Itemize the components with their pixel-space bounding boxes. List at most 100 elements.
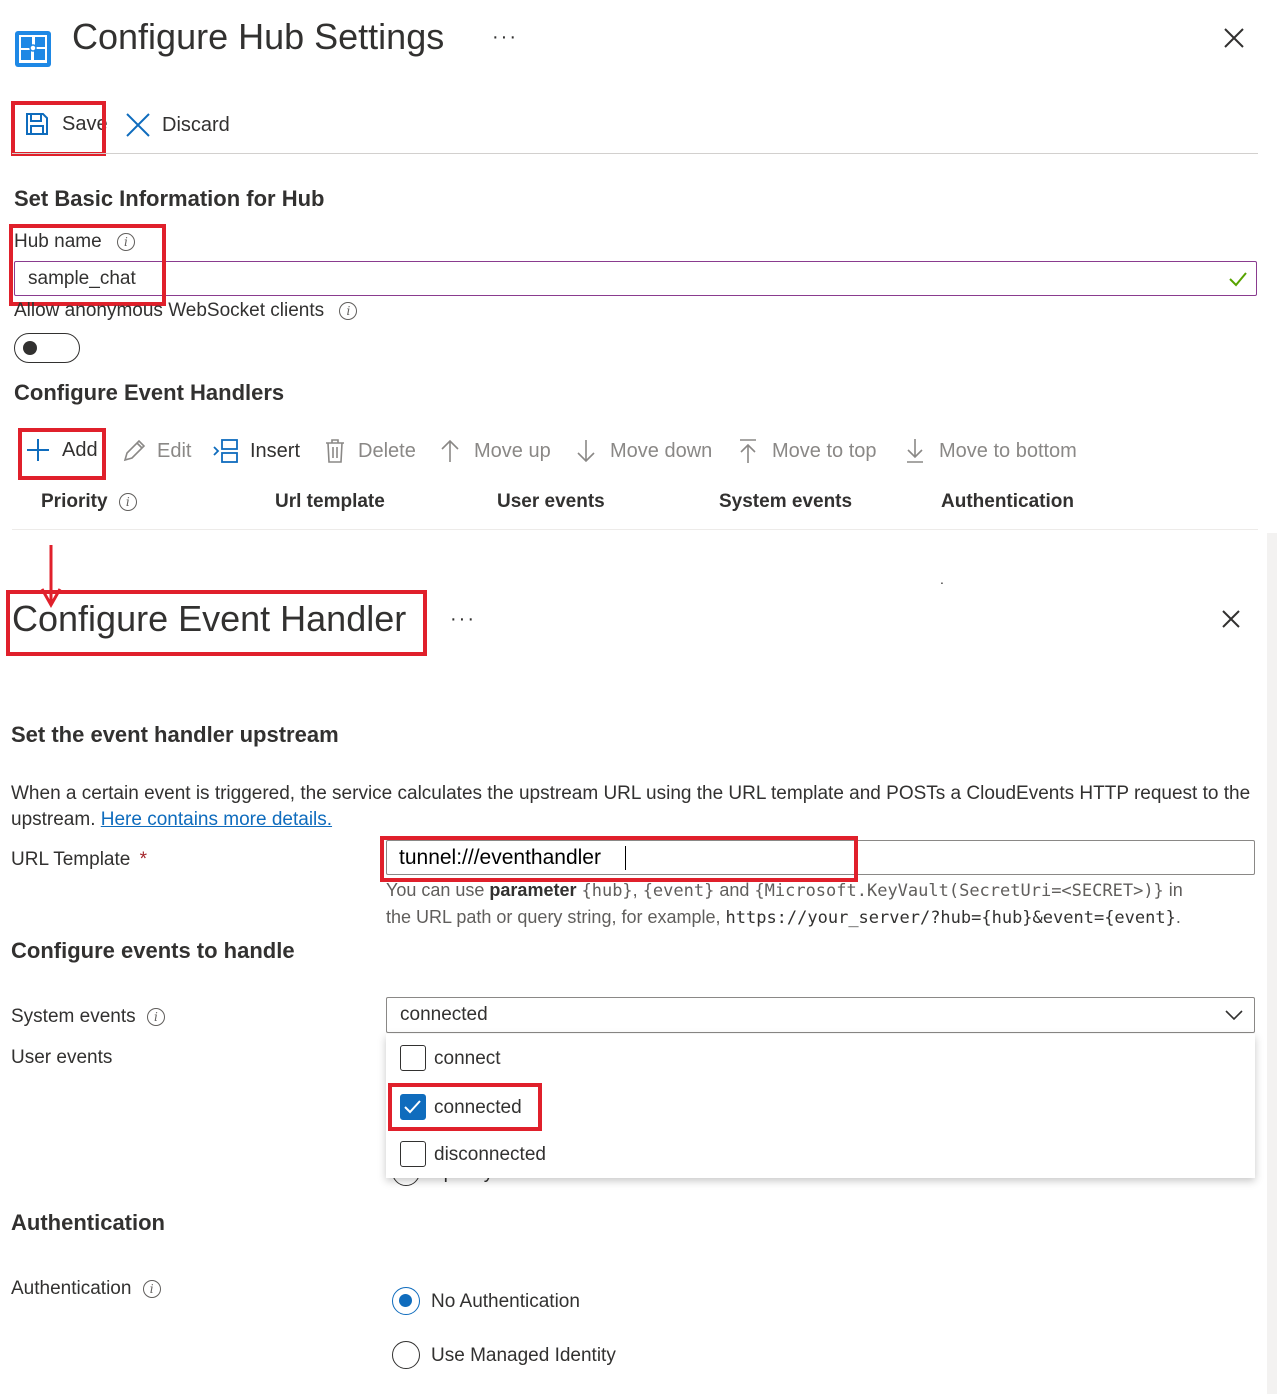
system-events-dropdown[interactable]: connected (386, 997, 1255, 1033)
hint-s3: in (1163, 880, 1183, 900)
hub-name-info-icon[interactable]: i (116, 232, 135, 251)
page-scrollbar[interactable] (1267, 533, 1277, 1394)
auth-option-managed-identity[interactable]: Use Managed Identity (392, 1341, 792, 1371)
option-disconnected[interactable]: disconnected (386, 1130, 1255, 1178)
option-connect[interactable]: connect (386, 1034, 1255, 1082)
hint-p4: the URL path or query string, for exampl… (386, 907, 726, 927)
system-events-options-list: connect connected disconnected (386, 1034, 1255, 1178)
option-disconnected-checkbox[interactable] (400, 1141, 426, 1167)
priority-info-icon[interactable]: i (118, 492, 137, 511)
upstream-description: When a certain event is triggered, the s… (11, 781, 1261, 833)
auth-managed-label: Use Managed Identity (431, 1345, 616, 1366)
discard-label: Discard (162, 113, 230, 136)
option-connect-checkbox[interactable] (400, 1045, 426, 1071)
hub-name-value: sample_chat (28, 268, 136, 289)
hub-name-label-row: Hub name i (14, 231, 135, 253)
hint-s2: and (714, 880, 755, 900)
authentication-label-row: Authentication i (11, 1278, 161, 1300)
option-connected[interactable]: connected (386, 1082, 1255, 1130)
column-authentication[interactable]: Authentication (941, 491, 1074, 513)
toggle-knob (23, 341, 37, 355)
add-handler-button[interactable]: Add (26, 438, 98, 462)
user-events-label: User events (11, 1047, 113, 1068)
stray-dot: . (940, 571, 944, 587)
column-url-template[interactable]: Url template (275, 491, 385, 513)
move-to-bottom-button[interactable]: Move to bottom (904, 438, 1077, 464)
auth-option-none[interactable]: No Authentication (392, 1287, 792, 1317)
hint-line-2: the URL path or query string, for exampl… (386, 904, 1266, 931)
hint-s1: , (632, 880, 643, 900)
hub-app-icon (14, 28, 54, 68)
delete-label: Delete (358, 439, 416, 462)
hint-s4: . (1175, 907, 1181, 927)
discard-button[interactable]: Discard (124, 111, 230, 139)
valid-check-icon (1229, 272, 1247, 287)
save-icon (26, 113, 48, 135)
delete-icon (326, 439, 344, 463)
edit-button[interactable]: Edit (121, 438, 191, 464)
add-icon (27, 439, 49, 461)
system-events-selected: connected (400, 1004, 488, 1025)
handler-more-menu[interactable]: ··· (450, 608, 476, 631)
system-events-info-icon[interactable]: i (146, 1007, 165, 1026)
add-label: Add (62, 438, 98, 461)
anonymous-label-row: Allow anonymous WebSocket clients i (14, 300, 358, 322)
option-connect-label: connect (434, 1048, 501, 1069)
move-to-bottom-label: Move to bottom (939, 439, 1077, 462)
hub-name-label: Hub name (14, 231, 102, 252)
hint-code-example: https://your_server/?hub={hub}&event={ev… (725, 908, 1176, 928)
authentication-heading: Authentication (11, 1210, 165, 1235)
url-template-input[interactable]: tunnel:///eventhandler (386, 840, 1255, 875)
hint-p1: You can use (386, 880, 490, 900)
auth-none-label: No Authentication (431, 1291, 580, 1312)
system-events-label: System events (11, 1006, 136, 1027)
move-up-label: Move up (474, 439, 551, 462)
hub-close-icon[interactable] (1220, 24, 1248, 58)
column-priority[interactable]: Priority i (41, 491, 137, 513)
option-connected-label: connected (434, 1097, 522, 1118)
auth-none-radio[interactable] (392, 1287, 420, 1315)
edit-icon (123, 439, 146, 462)
hub-more-menu[interactable]: ··· (492, 26, 518, 49)
auth-none-radio-dot (399, 1294, 412, 1307)
move-up-button[interactable]: Move up (439, 438, 551, 464)
column-user-events[interactable]: User events (497, 491, 605, 513)
edit-label: Edit (157, 439, 192, 462)
column-system-events[interactable]: System events (719, 491, 852, 513)
insert-label: Insert (250, 439, 301, 462)
url-template-value: tunnel:///eventhandler (399, 846, 601, 869)
arrow-up-icon (441, 439, 459, 462)
table-header-divider (12, 529, 1258, 530)
hint-code-hub: {hub} (581, 881, 633, 901)
more-details-link[interactable]: Here contains more details. (101, 809, 332, 830)
handler-close-icon[interactable] (1218, 606, 1244, 638)
hub-name-input[interactable]: sample_chat (14, 261, 1257, 296)
save-button[interactable]: Save (24, 111, 108, 137)
discard-icon (126, 113, 150, 137)
arrow-to-top-icon (740, 439, 756, 463)
hint-code-keyvault: {Microsoft.KeyVault(SecretUri=<SECRET>)} (754, 881, 1164, 901)
event-handlers-heading: Configure Event Handlers (14, 380, 285, 405)
url-template-label: URL Template (11, 849, 131, 870)
insert-button[interactable]: Insert (212, 438, 300, 464)
anonymous-info-icon[interactable]: i (339, 301, 358, 320)
column-priority-label: Priority (41, 491, 108, 512)
delete-button[interactable]: Delete (323, 438, 416, 464)
move-to-top-button[interactable]: Move to top (737, 438, 877, 464)
move-down-label: Move down (610, 439, 713, 462)
move-down-button[interactable]: Move down (575, 438, 712, 464)
auth-managed-radio[interactable] (392, 1341, 420, 1369)
authentication-info-icon[interactable]: i (142, 1279, 161, 1298)
move-to-top-label: Move to top (772, 439, 877, 462)
anonymous-toggle[interactable] (14, 333, 80, 363)
url-template-hint: You can use parameter {hub}, {event} and… (386, 877, 1266, 931)
authentication-label: Authentication (11, 1278, 132, 1299)
anonymous-label: Allow anonymous WebSocket clients (14, 300, 325, 321)
required-mark: * (139, 849, 148, 870)
option-connected-checkbox[interactable] (400, 1094, 426, 1120)
events-heading: Configure events to handle (11, 938, 295, 963)
save-label: Save (62, 112, 108, 135)
hint-parameter: parameter (489, 880, 577, 900)
checkmark-icon (404, 1100, 421, 1114)
url-template-label-row: URL Template * (11, 849, 147, 871)
